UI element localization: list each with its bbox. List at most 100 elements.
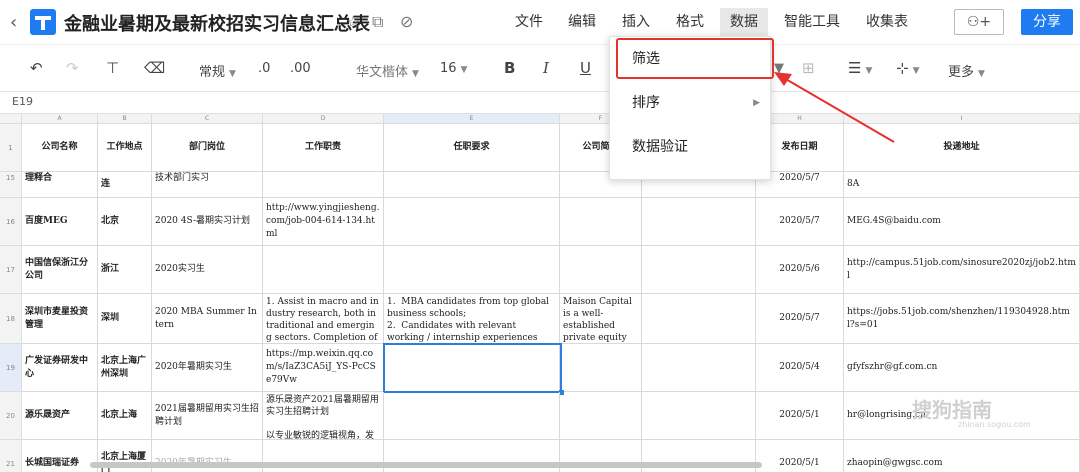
undo-icon[interactable]: ↶ bbox=[30, 59, 43, 77]
table-cell[interactable]: 北京 bbox=[98, 198, 152, 246]
share-button[interactable]: 分享 bbox=[1021, 9, 1073, 35]
table-cell[interactable]: MEG.4S@baidu.com bbox=[844, 198, 1080, 246]
cell-reference[interactable]: E19 bbox=[12, 95, 33, 108]
table-cell[interactable]: 2020/5/7 bbox=[756, 294, 844, 344]
table-cell[interactable]: 长城国瑞证券 bbox=[22, 440, 98, 472]
menu-file[interactable]: 文件 bbox=[505, 8, 553, 36]
italic-button[interactable]: I bbox=[543, 59, 549, 77]
table-cell[interactable]: 中国信保浙江分公司 bbox=[22, 246, 98, 294]
column-header[interactable]: E bbox=[384, 114, 560, 124]
table-cell[interactable]: 2020/5/6 bbox=[756, 246, 844, 294]
column-header[interactable]: C bbox=[152, 114, 263, 124]
back-chevron-icon[interactable]: ‹ bbox=[10, 12, 17, 33]
number-format-select[interactable]: 常规 ▼ bbox=[199, 61, 236, 80]
table-cell[interactable]: 广发证券研发中心 bbox=[22, 344, 98, 392]
table-cell[interactable]: Maison Capital is a well-established pri… bbox=[560, 294, 642, 344]
header-cell[interactable]: 部门岗位 bbox=[152, 124, 263, 172]
table-cell[interactable]: 1. MBA candidates from top global busine… bbox=[384, 294, 560, 344]
underline-button[interactable]: U bbox=[580, 59, 591, 77]
table-cell[interactable] bbox=[642, 344, 756, 392]
table-cell[interactable] bbox=[384, 198, 560, 246]
format-painter-icon[interactable]: ⊤ bbox=[106, 59, 119, 77]
table-cell[interactable]: 2020 MBA Summer Intern bbox=[152, 294, 263, 344]
table-cell[interactable] bbox=[560, 392, 642, 440]
row-header[interactable]: 20 bbox=[0, 392, 22, 440]
row-header[interactable]: 17 bbox=[0, 246, 22, 294]
increase-decimal-button[interactable]: .00 bbox=[290, 61, 311, 76]
table-cell[interactable]: 1. Assist in macro and industry research… bbox=[263, 294, 384, 344]
star-icon[interactable]: ☆ bbox=[346, 12, 360, 31]
table-cell[interactable] bbox=[642, 246, 756, 294]
table-cell[interactable] bbox=[384, 246, 560, 294]
menu-insert[interactable]: 插入 bbox=[612, 8, 660, 36]
table-cell[interactable]: 2020实习生 bbox=[152, 246, 263, 294]
menu-data[interactable]: 数据 bbox=[720, 8, 768, 36]
menu-item-data-validation[interactable]: 数据验证 bbox=[610, 125, 770, 169]
table-cell[interactable]: 深圳 bbox=[98, 294, 152, 344]
table-cell[interactable] bbox=[560, 344, 642, 392]
table-cell[interactable] bbox=[642, 198, 756, 246]
table-cell[interactable]: 2020 4S-暑期实习计划 bbox=[152, 198, 263, 246]
corner-cell[interactable] bbox=[0, 114, 22, 124]
document-title[interactable]: 金融业暑期及最新校招实习信息汇总表 bbox=[64, 10, 370, 36]
table-cell[interactable]: gfyfszhr@gf.com.cn bbox=[844, 344, 1080, 392]
row-header[interactable]: 19 bbox=[0, 344, 22, 392]
more-tools-button[interactable]: 更多 ▼ bbox=[948, 61, 985, 80]
table-cell[interactable]: 2020/5/4 bbox=[756, 344, 844, 392]
table-cell[interactable]: 北京上海广州深圳 bbox=[98, 344, 152, 392]
table-cell[interactable]: http://campus.51job.com/sinosure2020zj/j… bbox=[844, 246, 1080, 294]
table-cell[interactable] bbox=[263, 172, 384, 198]
table-cell[interactable]: http://www.yingjiesheng.com/job-004-614-… bbox=[263, 198, 384, 246]
table-cell[interactable]: 8A bbox=[844, 172, 1080, 198]
table-cell[interactable] bbox=[384, 392, 560, 440]
column-header[interactable]: B bbox=[98, 114, 152, 124]
table-cell[interactable]: https://mp.weixin.qq.com/s/IaZ3CA5iJ_YS-… bbox=[263, 344, 384, 392]
menu-item-sort[interactable]: 排序 ▶ bbox=[610, 81, 770, 125]
table-cell[interactable]: 2021届暑期留用实习生招聘计划 bbox=[152, 392, 263, 440]
column-header[interactable]: D bbox=[263, 114, 384, 124]
row-header[interactable]: 18 bbox=[0, 294, 22, 344]
table-cell[interactable]: 技术部门实习 bbox=[152, 172, 263, 198]
table-cell[interactable]: 北京上海 bbox=[98, 392, 152, 440]
table-cell[interactable] bbox=[560, 246, 642, 294]
table-cell[interactable] bbox=[642, 392, 756, 440]
menu-smart-tools[interactable]: 智能工具 bbox=[774, 8, 850, 36]
row-header[interactable]: 15 bbox=[0, 172, 22, 198]
table-cell[interactable]: 百度MEG bbox=[22, 198, 98, 246]
table-cell[interactable] bbox=[642, 294, 756, 344]
table-cell[interactable]: zhaopin@gwgsc.com bbox=[844, 440, 1080, 472]
table-cell[interactable]: 源乐晟资产2021届暑期留用实习生招聘计划 以专业敏锐的逻辑视角，发掘优质公司 bbox=[263, 392, 384, 440]
header-cell[interactable]: 工作地点 bbox=[98, 124, 152, 172]
row-header[interactable]: 16 bbox=[0, 198, 22, 246]
table-cell[interactable]: 连 bbox=[98, 172, 152, 198]
menu-collect-form[interactable]: 收集表 bbox=[856, 8, 918, 36]
table-cell[interactable]: 2020年暑期实习生 bbox=[152, 344, 263, 392]
header-cell[interactable]: 任职要求 bbox=[384, 124, 560, 172]
font-size-select[interactable]: 16 ▼ bbox=[440, 61, 467, 76]
cloud-saved-icon[interactable]: ⊘ bbox=[400, 12, 413, 31]
bold-button[interactable]: B bbox=[504, 59, 515, 77]
horizontal-scrollbar[interactable] bbox=[90, 462, 762, 468]
header-cell[interactable]: 工作职责 bbox=[263, 124, 384, 172]
table-cell[interactable]: 2020/5/1 bbox=[756, 440, 844, 472]
menu-format[interactable]: 格式 bbox=[666, 8, 714, 36]
table-cell[interactable] bbox=[263, 246, 384, 294]
table-cell[interactable]: 深圳市麦星投资管理 bbox=[22, 294, 98, 344]
table-cell[interactable]: 2020/5/7 bbox=[756, 198, 844, 246]
table-cell[interactable]: 2020/5/1 bbox=[756, 392, 844, 440]
table-cell[interactable] bbox=[384, 172, 560, 198]
table-cell[interactable]: 源乐晟资产 bbox=[22, 392, 98, 440]
row-header[interactable]: 1 bbox=[0, 124, 22, 172]
font-family-select[interactable]: 华文楷体 ▼ bbox=[356, 61, 419, 80]
move-folder-icon[interactable]: ⧉ bbox=[372, 12, 383, 32]
column-header[interactable]: A bbox=[22, 114, 98, 124]
redo-icon[interactable]: ↷ bbox=[66, 59, 79, 77]
table-cell[interactable] bbox=[560, 198, 642, 246]
add-collaborator-button[interactable]: ⚇+ bbox=[954, 9, 1004, 35]
table-cell[interactable]: 理释合 bbox=[22, 172, 98, 198]
table-cell[interactable]: https://jobs.51job.com/shenzhen/11930492… bbox=[844, 294, 1080, 344]
row-header[interactable]: 21 bbox=[0, 440, 22, 472]
table-cell[interactable]: 浙江 bbox=[98, 246, 152, 294]
clear-format-icon[interactable]: ⌫ bbox=[144, 59, 165, 77]
menu-edit[interactable]: 编辑 bbox=[558, 8, 606, 36]
